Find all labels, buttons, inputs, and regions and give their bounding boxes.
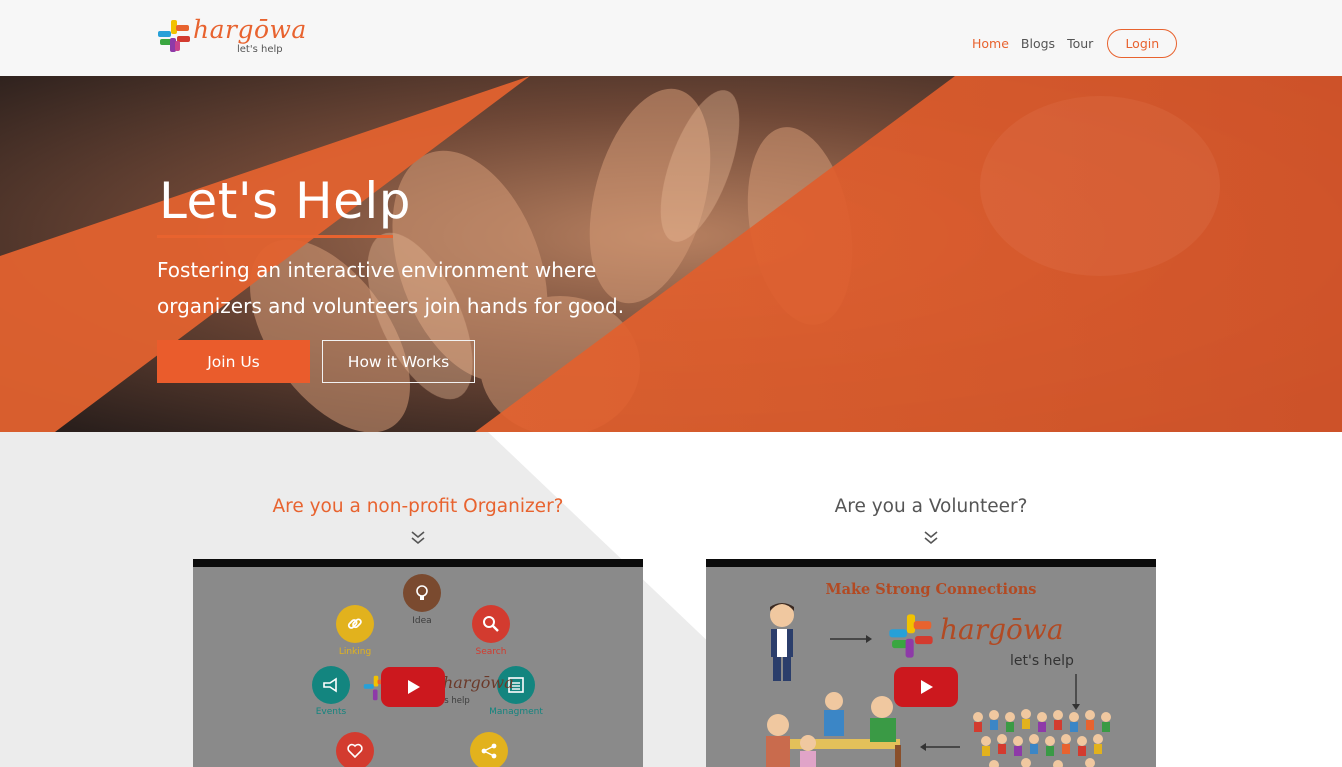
video-item-label: Managment <box>489 707 543 717</box>
hands-logo-icon <box>889 614 933 658</box>
logo-tagline: let's help <box>237 44 283 55</box>
video-top-bar <box>706 559 1156 567</box>
join-us-button[interactable]: Join Us <box>157 340 310 383</box>
arrow-right-icon <box>830 635 872 643</box>
nav-blogs[interactable]: Blogs <box>1021 36 1055 51</box>
video-item-label: Idea <box>412 616 432 626</box>
volunteer-video-player[interactable]: Make Strong Connections hargōwa let's he… <box>706 559 1156 767</box>
megaphone-icon <box>312 666 350 704</box>
play-button[interactable] <box>381 667 445 707</box>
hands-logo-icon <box>158 20 190 52</box>
chevron-down-icon[interactable] <box>923 530 939 546</box>
hargowa-logo[interactable]: hargōwa let's help <box>157 15 306 59</box>
share-icon <box>470 732 508 767</box>
video-logo-wordmark: hargōwa <box>443 673 514 692</box>
arrow-left-icon <box>920 743 960 751</box>
search-icon <box>472 605 510 643</box>
volunteer-question: Are you a Volunteer? <box>834 496 1028 517</box>
link-icon <box>336 605 374 643</box>
video-headline: Make Strong Connections <box>825 581 1037 598</box>
play-button[interactable] <box>894 667 958 707</box>
hero-title: Let's Help <box>159 172 412 230</box>
video-item-label: Search <box>475 647 507 657</box>
video-item-label: Events <box>315 707 347 717</box>
video-top-bar <box>193 559 643 567</box>
video-logo-tagline: let's help <box>1010 653 1074 669</box>
main-nav: Home Blogs Tour Login <box>972 28 1178 58</box>
audience-section: Are you a non-profit Organizer? Are you … <box>0 432 1342 767</box>
hero-banner: Let's Help Fostering an interactive envi… <box>0 76 1342 432</box>
video-item-label: Linking <box>338 647 372 657</box>
logo-wordmark: hargōwa <box>193 15 307 44</box>
heart-icon <box>336 732 374 767</box>
hero-title-underline <box>157 235 393 238</box>
lightbulb-icon <box>403 574 441 612</box>
chevron-down-icon[interactable] <box>410 530 426 546</box>
play-icon <box>921 680 933 694</box>
nav-tour[interactable]: Tour <box>1067 36 1093 51</box>
how-it-works-button[interactable]: How it Works <box>322 340 475 383</box>
top-navbar: hargōwa let's help Home Blogs Tour Login <box>0 0 1342 76</box>
person-illustration <box>770 603 794 681</box>
organizer-question: Are you a non-profit Organizer? <box>272 496 564 517</box>
organizer-video-player[interactable]: Idea Linking Search Events Managment har… <box>193 559 643 767</box>
login-button[interactable]: Login <box>1107 28 1178 58</box>
crowd-illustration <box>973 709 1111 767</box>
hero-subtitle: Fostering an interactive environment whe… <box>157 258 625 318</box>
nav-home[interactable]: Home <box>972 36 1009 51</box>
play-icon <box>408 680 420 694</box>
video-logo-wordmark: hargōwa <box>940 613 1064 646</box>
